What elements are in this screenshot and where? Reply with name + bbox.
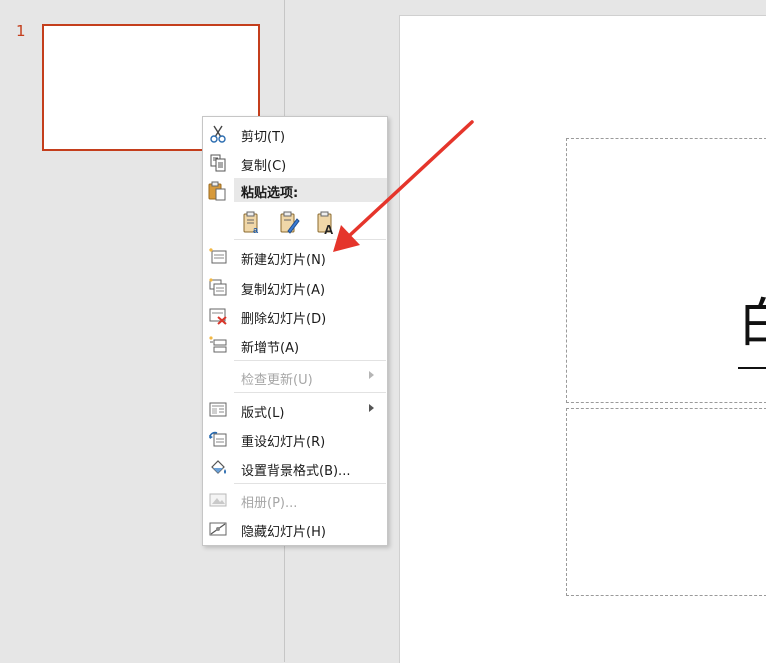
menu-item-layout[interactable]: 版式(L): [204, 397, 386, 423]
menu-item-label: 重设幻灯片(R): [241, 435, 326, 450]
menu-item-hide-slide[interactable]: 隐藏幻灯片(H): [204, 516, 386, 542]
copy-icon: [208, 154, 228, 172]
duplicate-slide-icon: [208, 278, 228, 296]
paint-bucket-icon: [208, 459, 228, 477]
menu-item-add-section[interactable]: 新增节(A): [204, 332, 386, 358]
menu-item-label: 相册(P)...: [241, 496, 298, 511]
menu-item-copy[interactable]: 复制(C): [204, 150, 386, 176]
paste-keep-text-only-icon[interactable]: A: [315, 211, 337, 235]
menu-item-check-updates: 检查更新(U): [204, 364, 386, 390]
menu-item-cut[interactable]: 剪切(T): [204, 121, 386, 147]
menu-separator: [234, 239, 386, 240]
new-slide-icon: [208, 248, 228, 266]
menu-separator: [234, 360, 386, 361]
menu-separator: [234, 392, 386, 393]
paste-options-header: 粘贴选项:: [234, 178, 387, 202]
menu-item-photo-album: 相册(P)...: [204, 487, 386, 513]
paste-keep-source-formatting-icon[interactable]: [278, 211, 300, 235]
menu-item-label: 检查更新(U): [241, 373, 313, 388]
svg-text:a: a: [253, 225, 259, 235]
menu-item-new-slide[interactable]: 新建幻灯片(N): [204, 244, 386, 270]
title-text: 白: [738, 294, 766, 354]
menu-item-reset-slide[interactable]: 重设幻灯片(R): [204, 426, 386, 452]
add-section-icon: [208, 336, 228, 354]
menu-item-format-background[interactable]: 设置背景格式(B)...: [204, 455, 386, 481]
reset-slide-icon: [208, 430, 228, 448]
layout-icon: [208, 401, 228, 419]
menu-item-label: 版式(L): [241, 406, 285, 421]
menu-item-delete-slide[interactable]: 删除幻灯片(D): [204, 303, 386, 329]
paste-options-label: 粘贴选项:: [241, 186, 299, 201]
photo-album-icon: [208, 491, 228, 509]
subtitle-placeholder[interactable]: [566, 408, 766, 596]
scissors-icon: [208, 125, 228, 143]
menu-item-label: 删除幻灯片(D): [241, 312, 327, 327]
context-menu: 剪切(T) 复制(C) 粘贴选项: a A 新建幻灯片(N) 复制幻灯片(A) …: [202, 116, 388, 546]
delete-slide-icon: [208, 307, 228, 325]
svg-text:A: A: [324, 222, 334, 235]
menu-item-duplicate-slide[interactable]: 复制幻灯片(A): [204, 274, 386, 300]
menu-item-label: 设置背景格式(B)...: [241, 464, 351, 479]
menu-item-label: 复制(C): [241, 159, 287, 174]
slide-number: 1: [16, 22, 26, 40]
submenu-arrow-icon: [369, 404, 374, 412]
text-cursor-underline: [738, 367, 766, 369]
title-placeholder[interactable]: [566, 138, 766, 403]
hide-slide-icon: [208, 520, 228, 538]
menu-item-label: 新增节(A): [241, 341, 300, 356]
clipboard-icon: [207, 181, 227, 201]
menu-item-label: 隐藏幻灯片(H): [241, 525, 326, 540]
paste-use-destination-theme-icon[interactable]: a: [241, 211, 263, 235]
menu-item-label: 剪切(T): [241, 130, 286, 145]
menu-separator: [234, 483, 386, 484]
menu-item-label: 复制幻灯片(A): [241, 283, 326, 298]
menu-item-label: 新建幻灯片(N): [241, 253, 326, 268]
submenu-arrow-icon: [369, 371, 374, 379]
